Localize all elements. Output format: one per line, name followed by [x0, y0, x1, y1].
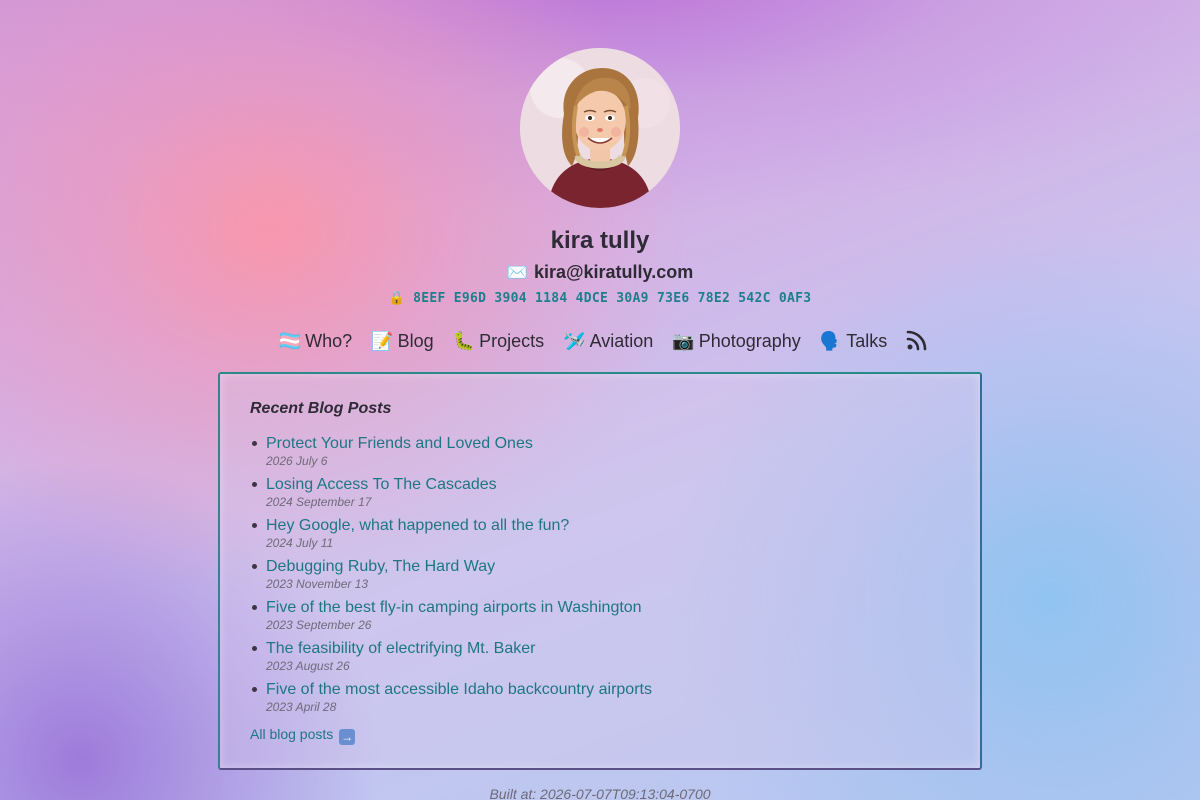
main-nav: 🏳️‍⚧️ Who? 📝 Blog 🐛 Projects 🛩️ Aviation 📷 Ph… — [0, 329, 1200, 352]
post-date: 2023 August 26 — [266, 659, 350, 673]
post-link[interactable]: Losing Access To The Cascades — [266, 475, 652, 495]
nav-item-who[interactable]: 🏳️‍⚧️ Who? — [279, 331, 352, 352]
post-date: 2024 September 17 — [266, 495, 372, 509]
bullet — [252, 564, 257, 569]
email-line: ✉️ kira@kiratully.com — [0, 262, 1200, 283]
post-link[interactable]: Hey Google, what happened to all the fun… — [266, 516, 652, 536]
nav-item-photography[interactable]: 📷 Photography — [672, 331, 801, 352]
post-link[interactable]: Protect Your Friends and Loved Ones — [266, 434, 652, 454]
post-date: 2024 July 11 — [266, 536, 334, 550]
rss-icon[interactable] — [906, 329, 928, 351]
speaking-head-icon: 🗣️ — [819, 331, 843, 351]
post-link[interactable]: The feasibility of electrifying Mt. Bake… — [266, 639, 652, 659]
nav-item-blog[interactable]: 📝 Blog — [371, 331, 433, 352]
bullet — [252, 441, 257, 446]
bullet — [252, 646, 257, 651]
post-date: 2026 July 6 — [266, 454, 328, 468]
bullet — [252, 605, 257, 610]
post-link[interactable]: Five of the best fly-in camping airports… — [266, 598, 652, 618]
list-item: The feasibility of electrifying Mt. Bake… — [250, 639, 652, 680]
recent-posts-card: Recent Blog Posts Protect Your Friends a… — [218, 372, 982, 770]
nav-item-projects[interactable]: 🐛 Projects — [453, 331, 544, 352]
bug-icon: 🐛 — [452, 331, 476, 351]
envelope-icon: ✉️ — [506, 263, 528, 282]
post-date: 2023 November 13 — [266, 577, 369, 591]
lock-icon: 🔒 — [388, 291, 406, 306]
list-item: Protect Your Friends and Loved Ones 2026… — [250, 434, 652, 475]
right-arrow-icon: → — [339, 729, 356, 745]
post-link[interactable]: Debugging Ruby, The Hard Way — [266, 557, 652, 577]
avatar — [520, 48, 680, 208]
nav-label-blog: Blog — [397, 331, 434, 351]
post-date: 2023 September 26 — [266, 618, 372, 632]
build-timestamp: Built at: 2026-07-07T09:13:04-0700 — [489, 786, 711, 800]
post-date: 2023 April 28 — [266, 700, 337, 714]
pgp-key-line: 🔒 8EEF E96D 3904 1184 4DCE 30A9 73E6 78E2… — [0, 291, 1200, 306]
nav-item-aviation[interactable]: 🛩️ Aviation — [563, 331, 653, 352]
camera-icon: 📷 — [672, 331, 695, 351]
memo-icon: 📝 — [371, 331, 394, 351]
nav-label-photography: Photography — [698, 331, 801, 351]
recent-posts-title: Recent Blog Posts — [250, 400, 392, 417]
nav-label-projects: Projects — [479, 331, 545, 351]
profile-name: kira tully — [550, 227, 650, 254]
list-item: Five of the most accessible Idaho backco… — [250, 680, 652, 721]
trans-flag-icon: 🏳️‍⚧️ — [278, 331, 302, 351]
nav-label-aviation: Aviation — [589, 331, 654, 351]
all-posts-label: All blog posts — [250, 726, 334, 742]
nav-item-talks[interactable]: 🗣️ Talks — [820, 331, 887, 352]
bullet — [252, 687, 257, 692]
list-item: Losing Access To The Cascades 2024 Septe… — [250, 475, 652, 516]
nav-label-who: Who? — [305, 331, 353, 351]
pgp-fingerprint[interactable]: 8EEF E96D 3904 1184 4DCE 30A9 73E6 78E2 … — [413, 291, 811, 306]
nav-label-talks: Talks — [846, 331, 888, 351]
email-link[interactable]: kira@kiratully.com — [534, 262, 693, 282]
avatar-illustration — [520, 48, 680, 208]
page: kira tully ✉️ kira@kiratully.com 🔒 8EEF E9… — [0, 0, 1200, 800]
post-list: Protect Your Friends and Loved Ones 2026… — [250, 434, 652, 721]
list-item: Hey Google, what happened to all the fun… — [250, 516, 652, 557]
airplane-icon: 🛩️ — [563, 331, 586, 351]
bullet — [252, 482, 257, 487]
all-blog-posts-link[interactable]: All blog posts → — [250, 726, 356, 745]
list-item: Five of the best fly-in camping airports… — [250, 598, 652, 639]
list-item: Debugging Ruby, The Hard Way 2023 Novemb… — [250, 557, 652, 598]
post-link[interactable]: Five of the most accessible Idaho backco… — [266, 680, 652, 700]
bullet — [252, 523, 257, 528]
